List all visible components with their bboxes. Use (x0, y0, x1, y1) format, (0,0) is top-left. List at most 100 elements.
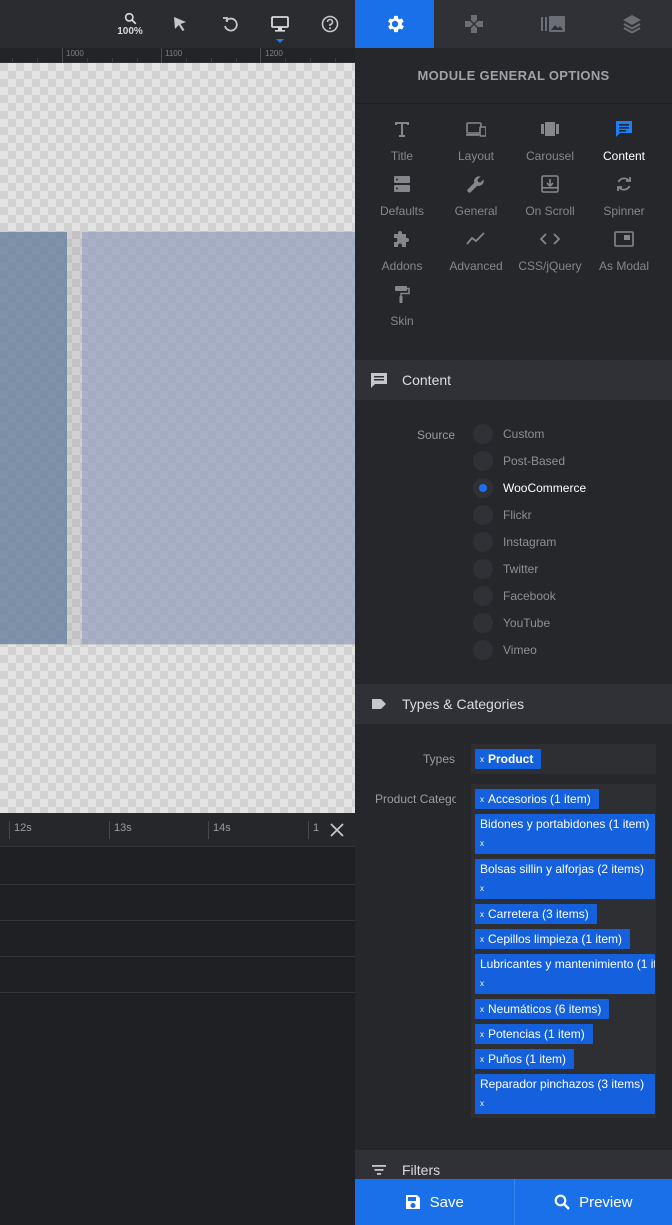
zoom-button[interactable]: 100% (110, 0, 150, 48)
source-option-label[interactable]: Flickr (503, 508, 532, 522)
source-option-label[interactable]: YouTube (503, 616, 550, 630)
ruler-label: 1100 (165, 49, 183, 58)
menu-item-defaults[interactable]: Defaults (365, 172, 439, 227)
menu-item-carousel[interactable]: Carousel (513, 117, 587, 172)
source-radio-flickr[interactable] (473, 505, 493, 525)
tag-remove-icon[interactable]: x (480, 905, 484, 924)
carousel-icon (541, 122, 559, 136)
tag-remove-icon[interactable]: x (480, 979, 484, 988)
content-section-header[interactable]: Content (355, 360, 672, 400)
section-title: Content (402, 372, 452, 388)
horizontal-ruler: 1000 1100 1200 (0, 48, 355, 63)
menu-label: Carousel (525, 149, 575, 163)
menu-item-general[interactable]: General (439, 172, 513, 227)
ruler-tick (260, 48, 261, 63)
source-option-label[interactable]: Facebook (503, 589, 556, 603)
source-radio-woocommerce[interactable] (473, 478, 493, 498)
types-section-header[interactable]: Types & Categories (355, 684, 672, 724)
source-radio-facebook[interactable] (473, 586, 493, 606)
tag-remove-icon[interactable]: x (480, 1099, 484, 1108)
tag-remove-icon[interactable]: x (480, 750, 484, 769)
menu-item-spinner[interactable]: Spinner (587, 172, 661, 227)
menu-label: Advanced (449, 259, 503, 273)
source-option-label[interactable]: Instagram (503, 535, 556, 549)
panel-tabs (355, 0, 672, 48)
source-option-label[interactable]: Vimeo (503, 643, 537, 657)
puzzle-icon (394, 231, 409, 247)
undo-button[interactable] (210, 0, 250, 48)
timeline-label: 1 (313, 822, 320, 834)
menu-item-css-jquery[interactable]: CSS/jQuery (513, 227, 587, 282)
timeline-row[interactable] (0, 885, 355, 921)
menu-item-as-modal[interactable]: As Modal (587, 227, 661, 282)
ruler-label: 1200 (265, 49, 283, 58)
tag-remove-icon[interactable]: x (480, 790, 484, 809)
tag-remove-icon[interactable]: x (480, 1025, 484, 1044)
slide-canvas[interactable] (0, 63, 355, 813)
gear-icon (387, 15, 404, 33)
layers-icon (623, 15, 642, 34)
tab-layers[interactable] (593, 0, 672, 48)
tag-icon (372, 699, 386, 709)
gamepad-icon (464, 15, 483, 33)
tag-remove-icon[interactable]: x (480, 1000, 484, 1019)
tag-remove-icon[interactable]: x (480, 839, 484, 848)
timeline-close-button[interactable] (327, 820, 347, 840)
menu-item-skin[interactable]: Skin (365, 282, 439, 337)
carousel-slide[interactable] (0, 232, 67, 644)
menu-label: Content (602, 149, 646, 163)
menu-label: Addons (381, 259, 423, 273)
source-radio-twitter[interactable] (473, 559, 493, 579)
timeline-label: 12s (14, 822, 32, 834)
menu-item-on-scroll[interactable]: On Scroll (513, 172, 587, 227)
category-tag: x Neumáticos (6 items) (475, 999, 610, 1019)
source-option-label[interactable]: Custom (503, 427, 544, 441)
source-option-label[interactable]: Post-Based (503, 454, 565, 468)
types-select[interactable]: x Product (471, 744, 656, 774)
category-tag: x Carretera (3 items) (475, 904, 597, 924)
source-radio-instagram[interactable] (473, 532, 493, 552)
menu-item-addons[interactable]: Addons (365, 227, 439, 282)
preview-button[interactable]: Preview (513, 1179, 672, 1225)
tag-remove-icon[interactable]: x (480, 884, 484, 893)
source-label: Source (416, 428, 455, 442)
menu-item-content[interactable]: Content (587, 117, 661, 172)
refresh-icon (617, 177, 631, 191)
category-tag: Reparador pinchazos (3 items) x (475, 1074, 655, 1114)
menu-item-advanced[interactable]: Advanced (439, 227, 513, 282)
help-button[interactable] (310, 0, 350, 48)
timeline-row[interactable] (0, 849, 355, 885)
menu-item-title[interactable]: Title (365, 117, 439, 172)
save-button[interactable]: Save (355, 1179, 514, 1225)
source-option-label[interactable]: Twitter (503, 562, 538, 576)
monitor-icon (271, 16, 289, 32)
zoom-level: 100% (117, 25, 143, 37)
timeline-row[interactable] (0, 957, 355, 993)
options-panel: MODULE GENERAL OPTIONS Title Layout Caro… (355, 0, 672, 1225)
categories-label: Product Categories (375, 792, 456, 806)
timeline-row[interactable] (0, 921, 355, 957)
modal-icon (614, 231, 634, 247)
source-radio-post-based[interactable] (473, 451, 493, 471)
source-radio-vimeo[interactable] (473, 640, 493, 660)
menu-label: Title (390, 149, 414, 163)
categories-select[interactable]: x Accesorios (1 item) Bidones y portabido… (471, 784, 656, 1118)
tab-navigation[interactable] (434, 0, 513, 48)
search-icon (124, 12, 136, 24)
menu-item-layout[interactable]: Layout (439, 117, 513, 172)
carousel-slide[interactable] (82, 232, 355, 644)
content-icon (616, 121, 632, 137)
source-radio-youtube[interactable] (473, 613, 493, 633)
tag-remove-icon[interactable]: x (480, 930, 484, 949)
tab-module-settings[interactable] (355, 0, 435, 48)
menu-label: CSS/jQuery (518, 259, 582, 273)
source-option-label[interactable]: WooCommerce (503, 481, 586, 495)
download-icon (541, 175, 559, 193)
save-label: Save (429, 1193, 464, 1211)
tag-remove-icon[interactable]: x (480, 1050, 484, 1069)
source-radio-custom[interactable] (473, 424, 493, 444)
cursor-icon (174, 17, 186, 31)
device-desktop-button[interactable] (260, 0, 300, 48)
tab-slides[interactable] (514, 0, 593, 48)
select-tool-button[interactable] (160, 0, 200, 48)
